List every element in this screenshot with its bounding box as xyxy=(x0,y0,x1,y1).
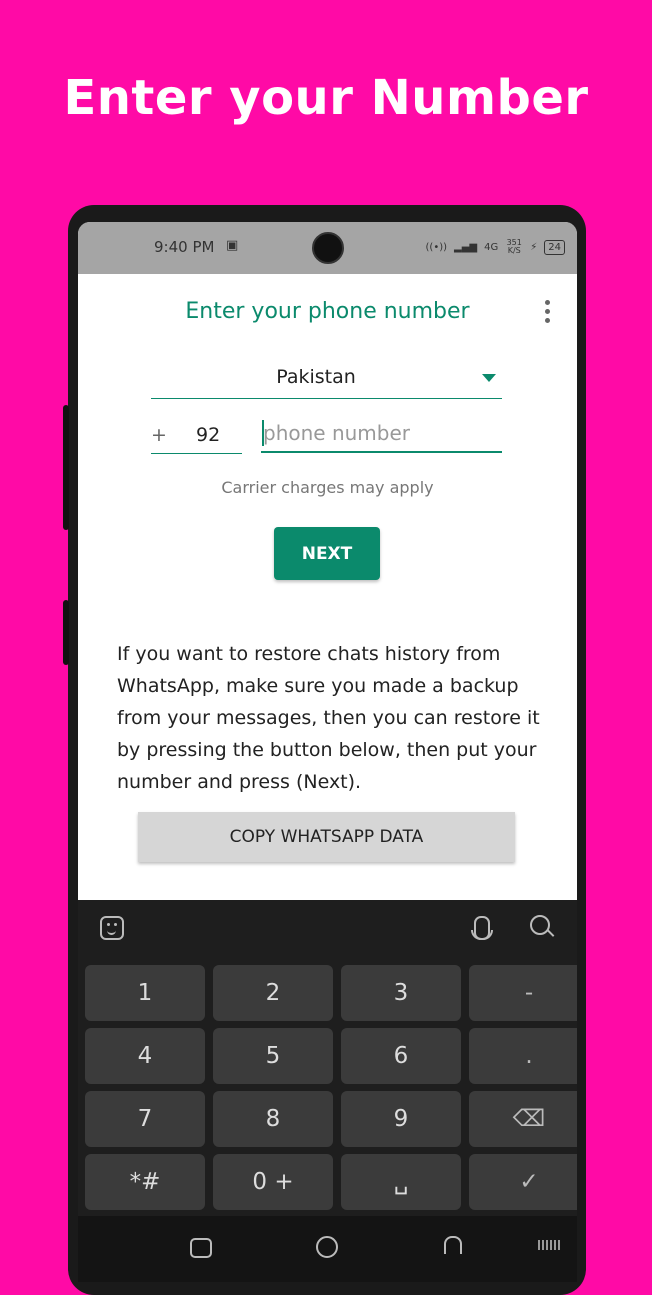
key-4[interactable]: 4 xyxy=(85,1028,205,1084)
keyboard-toolbar xyxy=(78,900,577,962)
emoji-icon[interactable] xyxy=(100,916,124,940)
front-camera xyxy=(312,232,344,264)
plus-sign: + xyxy=(151,424,167,446)
keyboard-switch-icon[interactable] xyxy=(538,1240,560,1250)
back-icon[interactable] xyxy=(444,1236,462,1254)
numeric-keyboard: 1 2 3 - 4 5 6 . 7 8 9 ⌫ *# 0 + ␣ ✓ xyxy=(78,900,577,1216)
network-type: 4G xyxy=(484,241,499,253)
more-vert-icon[interactable] xyxy=(545,300,551,323)
space-key[interactable]: ␣ xyxy=(341,1154,461,1210)
recent-apps-icon[interactable] xyxy=(190,1238,212,1258)
phone-number-input[interactable] xyxy=(261,414,502,453)
hotspot-icon: ((•)) xyxy=(425,241,448,253)
key-minus[interactable]: - xyxy=(469,965,577,1021)
signal-icon: ▂▄▆ xyxy=(454,241,478,253)
app-content: Enter your phone number Pakistan + 92 Ca… xyxy=(78,274,577,900)
key-6[interactable]: 6 xyxy=(341,1028,461,1084)
country-code-field[interactable]: + 92 xyxy=(151,414,242,454)
power-button xyxy=(63,600,69,665)
country-name: Pakistan xyxy=(276,366,356,388)
navigation-bar xyxy=(78,1216,577,1282)
carrier-note: Carrier charges may apply xyxy=(221,478,434,497)
restore-info-text: If you want to restore chats history fro… xyxy=(117,643,540,793)
key-9[interactable]: 9 xyxy=(341,1091,461,1147)
sim-icon: ▣ xyxy=(226,238,239,253)
key-5[interactable]: 5 xyxy=(213,1028,333,1084)
country-code: 92 xyxy=(196,424,221,446)
dropdown-arrow-icon xyxy=(482,374,496,382)
backspace-key[interactable]: ⌫ xyxy=(469,1091,577,1147)
key-1[interactable]: 1 xyxy=(85,965,205,1021)
key-2[interactable]: 2 xyxy=(213,965,333,1021)
copy-whatsapp-data-button[interactable]: COPY WHATSAPP DATA xyxy=(138,812,515,862)
key-7[interactable]: 7 xyxy=(85,1091,205,1147)
volume-button xyxy=(63,405,69,530)
country-select[interactable]: Pakistan xyxy=(151,354,502,399)
key-period[interactable]: . xyxy=(469,1028,577,1084)
key-star-hash[interactable]: *# xyxy=(85,1154,205,1210)
headline: Enter your Number xyxy=(63,70,589,126)
screen: 9:40 PM ▣ ((•)) ▂▄▆ 4G 351 K/S ⚡ 24 Ente… xyxy=(78,222,577,1282)
key-3[interactable]: 3 xyxy=(341,965,461,1021)
key-0-plus[interactable]: 0 + xyxy=(213,1154,333,1210)
text-cursor xyxy=(262,420,264,446)
status-icons: ((•)) ▂▄▆ 4G 351 K/S ⚡ 24 xyxy=(426,239,565,255)
status-time: 9:40 PM xyxy=(154,238,215,256)
page-title: Enter your phone number xyxy=(185,299,470,324)
next-button[interactable]: NEXT xyxy=(274,527,380,580)
done-key[interactable]: ✓ xyxy=(469,1154,577,1210)
charging-icon: ⚡ xyxy=(530,241,538,253)
home-icon[interactable] xyxy=(316,1236,338,1258)
search-icon[interactable] xyxy=(530,915,550,935)
key-8[interactable]: 8 xyxy=(213,1091,333,1147)
battery-icon: 24 xyxy=(544,239,565,255)
status-bar: 9:40 PM ▣ ((•)) ▂▄▆ 4G 351 K/S ⚡ 24 xyxy=(78,222,577,274)
microphone-icon[interactable] xyxy=(471,916,493,940)
network-speed: 351 K/S xyxy=(506,238,522,255)
